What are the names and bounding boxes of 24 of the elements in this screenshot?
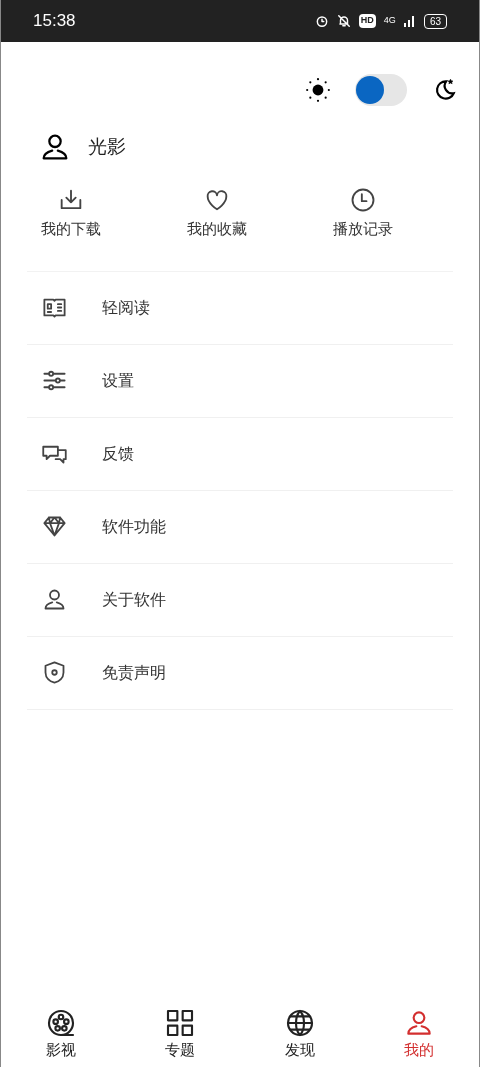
menu-item[interactable]: 软件功能 [27,490,453,564]
menu-item[interactable]: 免责声明 [27,636,453,710]
network-label: 4G [383,14,396,28]
profile-name: 光影 [88,134,126,159]
clock-icon [349,186,377,214]
hd-badge: HD [358,14,376,28]
nav-tab[interactable]: 发现 [240,1005,360,1063]
menu-item[interactable]: 轻阅读 [27,271,453,345]
signal-icon [403,15,416,27]
battery-indicator: 63 [423,13,447,29]
bell-muted-icon [336,14,351,28]
shortcut-button[interactable]: 播放记录 [313,186,413,241]
shortcut-button[interactable]: 我的收藏 [167,186,267,241]
menu-item[interactable]: 反馈 [27,417,453,491]
menu-item[interactable]: 设置 [27,344,453,418]
menu-item[interactable]: 关于软件 [27,563,453,637]
nav-tab[interactable]: 专题 [120,1005,240,1063]
sun-icon [305,77,331,103]
status-time: 15:38 [33,10,76,33]
theme-toggle[interactable] [355,74,407,106]
nav-tab[interactable]: 我的 [359,1005,479,1063]
alarm-icon [314,14,329,28]
nav-tab[interactable]: 影视 [1,1005,121,1063]
shortcut-button[interactable]: 我的下载 [21,186,121,241]
